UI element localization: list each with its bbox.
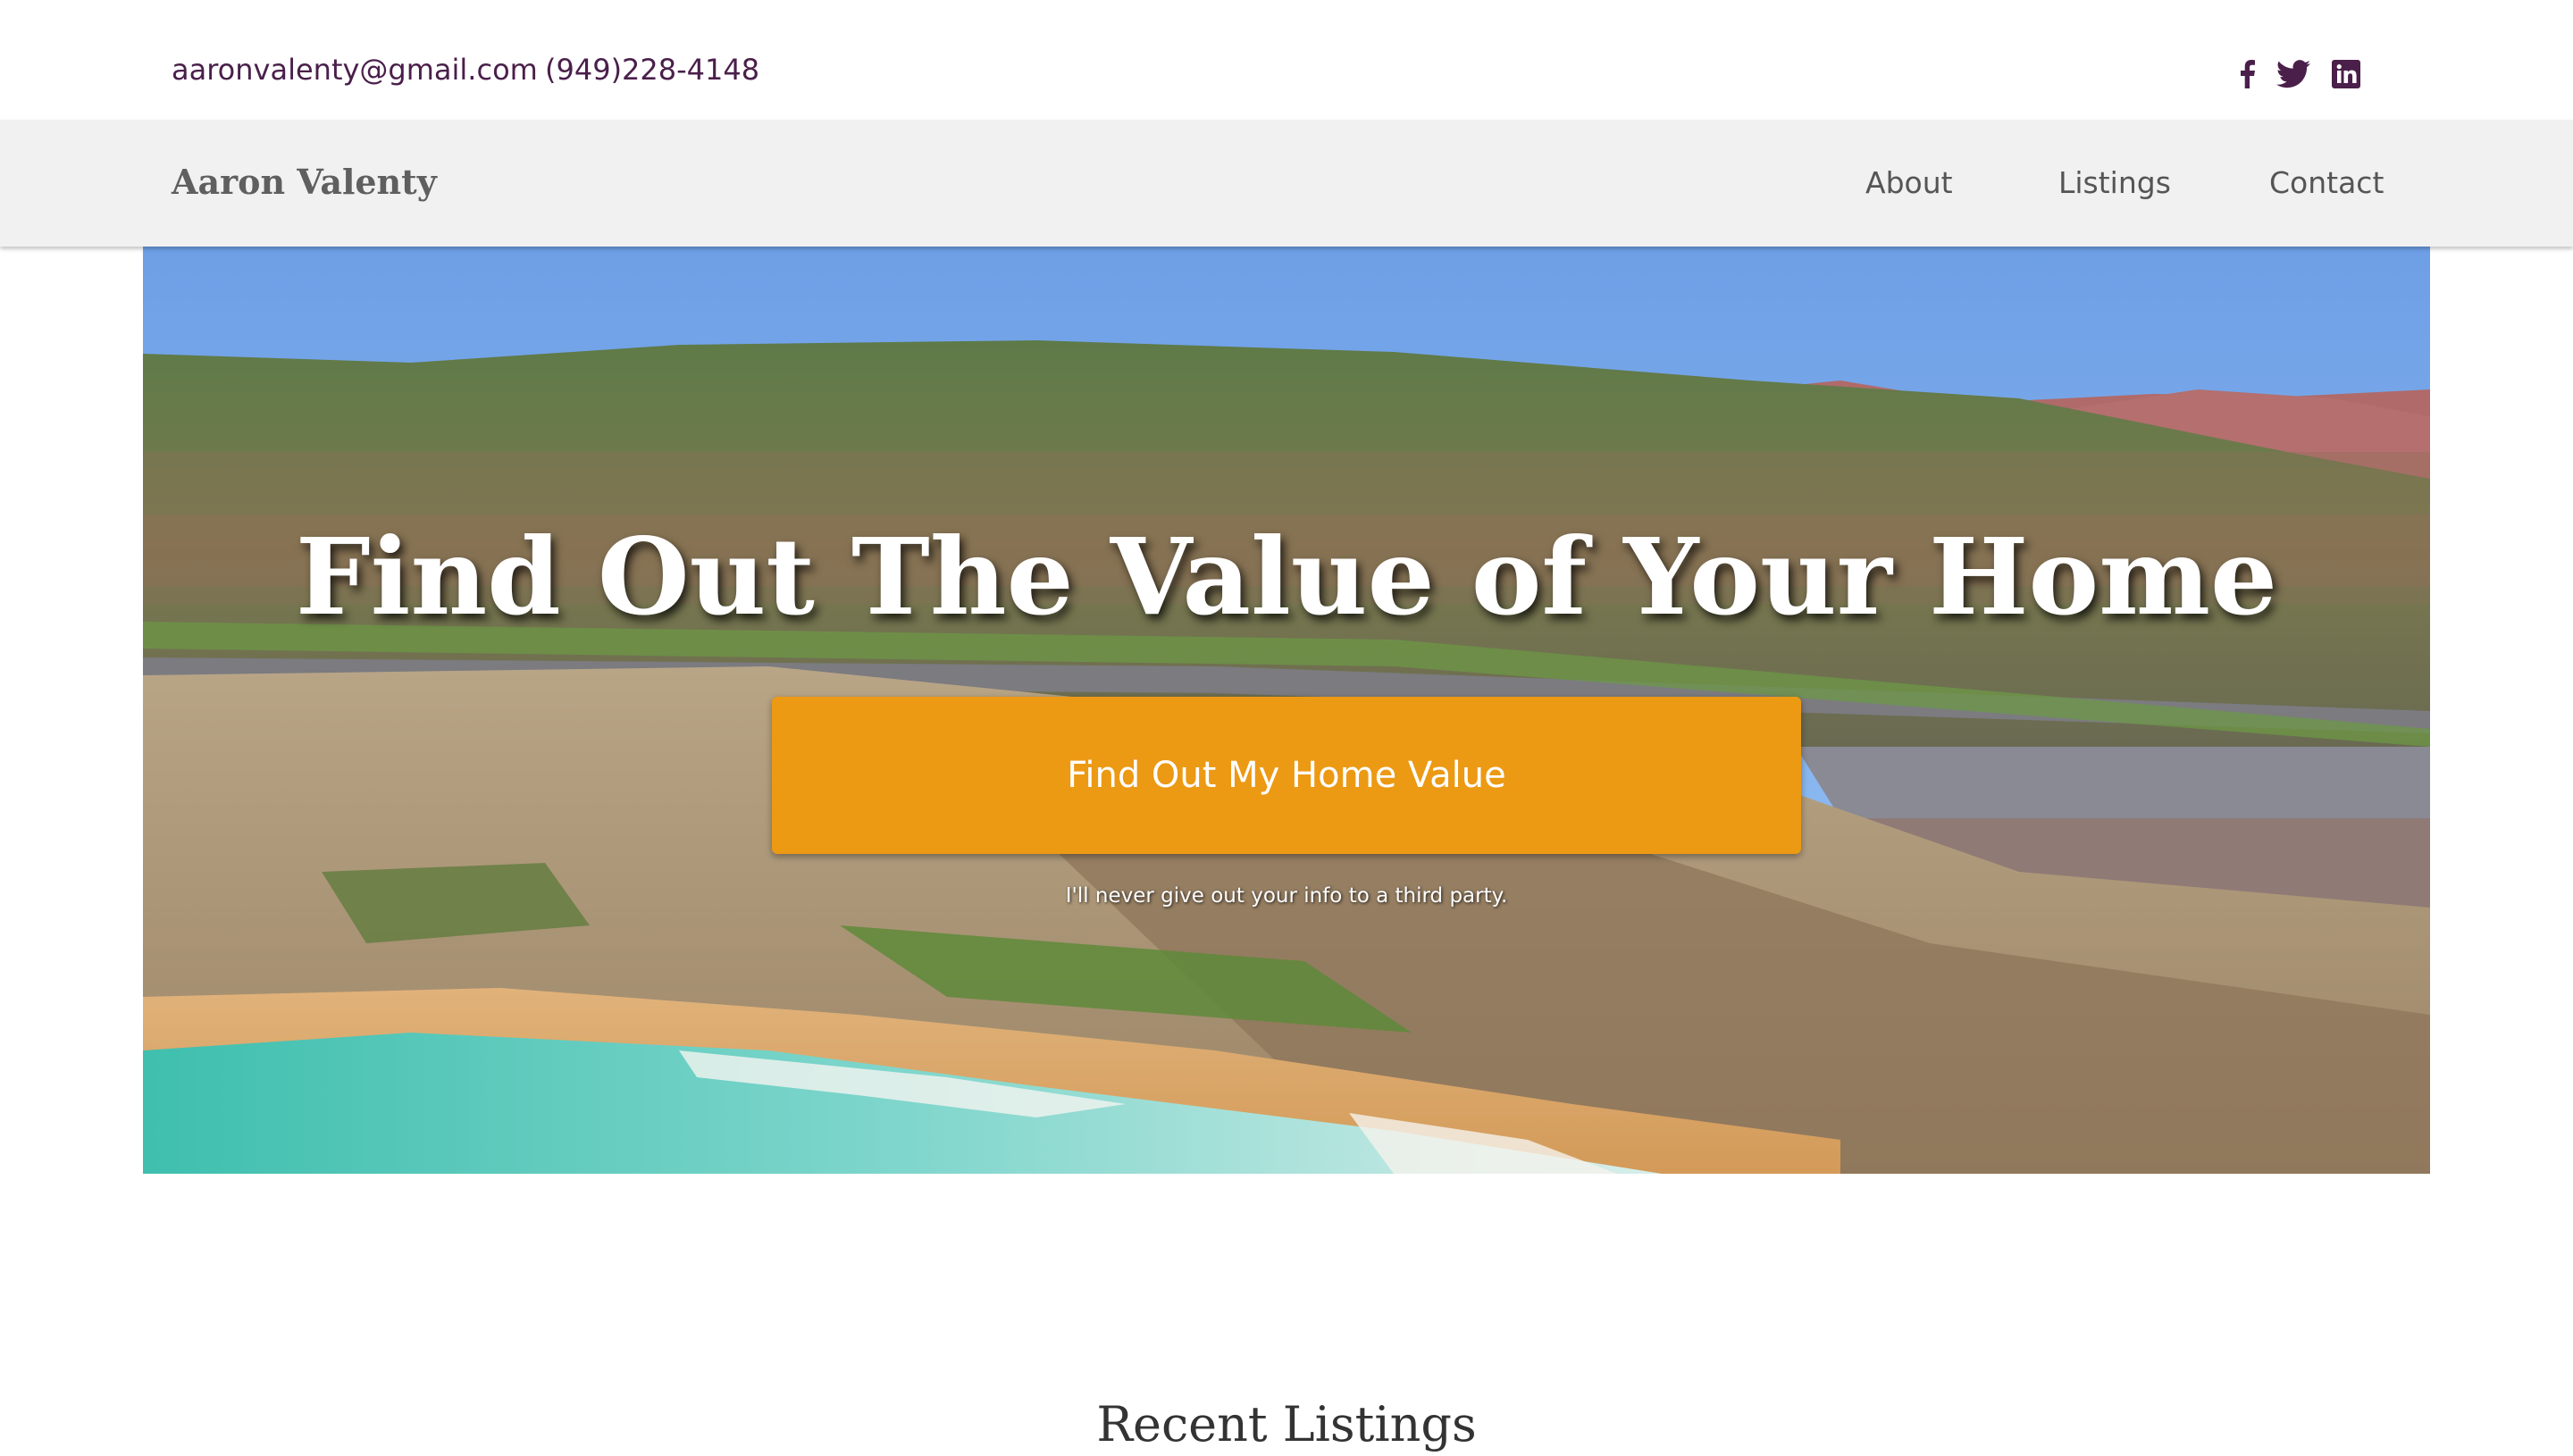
top-contact-bar: aaronvalenty@gmail.com (949)228-4148 xyxy=(0,0,2573,120)
nav-link-about[interactable]: About xyxy=(1865,163,1953,204)
privacy-disclaimer: I'll never give out your info to a third… xyxy=(1065,884,1508,908)
twitter-icon[interactable] xyxy=(2276,57,2310,91)
phone-link[interactable]: (949)228-4148 xyxy=(545,50,759,89)
home-value-cta-button[interactable]: Find Out My Home Value xyxy=(772,697,1801,854)
linkedin-icon[interactable] xyxy=(2332,57,2360,91)
facebook-icon[interactable] xyxy=(2239,57,2255,91)
nav-link-contact[interactable]: Contact xyxy=(2269,163,2384,204)
main-navbar: Aaron Valenty About Listings Contact xyxy=(0,120,2573,247)
recent-listings-heading: Recent Listings xyxy=(1096,1396,1477,1452)
hero-banner: Find Out The Value of Your Home Find Out… xyxy=(143,247,2430,1174)
nav-link-listings[interactable]: Listings xyxy=(2058,163,2171,204)
hero-title: Find Out The Value of Your Home xyxy=(295,515,2278,639)
email-link[interactable]: aaronvalenty@gmail.com xyxy=(172,50,538,89)
brand-logo[interactable]: Aaron Valenty xyxy=(172,159,437,205)
